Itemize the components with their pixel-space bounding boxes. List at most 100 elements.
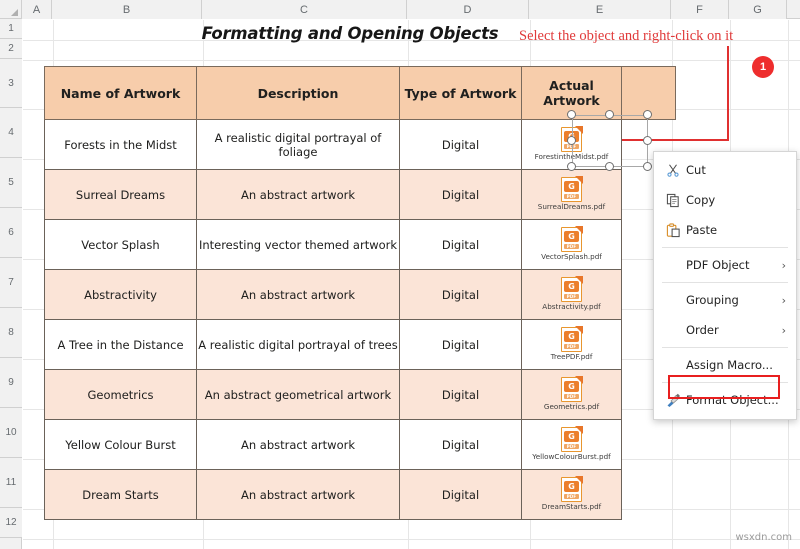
table-row: Abstractivity An abstract artwork Digital G… [44,269,676,320]
row-header-11[interactable]: 11 [0,458,22,508]
clipboard-icon [660,219,686,241]
artwork-object-cell[interactable]: G PDF SurrealDreams.pdf [521,169,622,220]
artwork-name: Surreal Dreams [44,169,197,220]
artwork-description: An abstract artwork [196,169,400,220]
resize-handle-sw[interactable] [567,162,576,171]
context-menu-item-label: Cut [686,163,706,177]
resize-handle-e[interactable] [643,136,652,145]
row-header-2[interactable]: 2 [0,39,22,59]
context-menu-separator [662,282,788,283]
row-header-10[interactable]: 10 [0,408,22,458]
context-menu-separator [662,247,788,248]
pdf-file-label: YellowColourBurst.pdf [532,453,611,462]
context-menu-item-copy[interactable]: Copy [654,185,796,215]
column-header-d[interactable]: D [407,0,529,19]
artwork-name: A Tree in the Distance [44,319,197,370]
pdf-object[interactable]: G PDF SurrealDreams.pdf [522,170,621,219]
resize-handle-n[interactable] [605,110,614,119]
artwork-object-cell[interactable]: G PDF Geometrics.pdf [521,369,622,420]
table-header-row: Name of Artwork Description Type of Artw… [44,66,676,120]
artwork-name: Dream Starts [44,469,197,520]
artwork-name: Forests in the Midst [44,119,197,170]
select-all-corner[interactable] [0,0,22,18]
table-row: Yellow Colour Burst An abstract artwork Di… [44,419,676,470]
column-header-b[interactable]: B [52,0,202,19]
row-header-12[interactable]: 12 [0,508,22,538]
column-header-band: A B C D E F G [0,0,800,19]
column-header-c[interactable]: C [202,0,407,19]
select-all-triangle-icon [11,9,18,16]
artwork-object-cell[interactable]: G PDF Abstractivity.pdf [521,269,622,320]
artwork-object-cell[interactable]: G PDF YellowColourBurst.pdf [521,419,622,470]
table-spacer-cell [622,420,676,470]
row-header-7[interactable]: 7 [0,258,22,308]
artwork-description: An abstract artwork [196,269,400,320]
row-header-1[interactable]: 1 [0,19,22,39]
pdf-object[interactable]: G PDF Abstractivity.pdf [522,270,621,319]
pdf-file-icon: GPDF [561,476,583,503]
menu-item-no-icon [660,254,686,276]
pdf-file-label: TreePDF.pdf [550,353,593,362]
artwork-object-cell[interactable]: G PDF TreePDF.pdf [521,319,622,370]
pdf-file-icon: GPDF [561,276,583,303]
row-header-6[interactable]: 6 [0,208,22,258]
page-title: Formatting and Opening Objects [201,24,499,43]
column-header-a[interactable]: A [22,0,52,19]
pdf-object[interactable]: G PDF TreePDF.pdf [522,320,621,369]
context-menu-item-cut[interactable]: Cut [654,155,796,185]
row-header-3[interactable]: 3 [0,59,22,108]
annotation-step1-text: Select the object and right-click on it [519,28,734,44]
column-header-g[interactable]: G [729,0,787,19]
copy-icon [660,189,686,211]
pdf-file-label: Geometrics.pdf [543,403,600,412]
resize-handle-w[interactable] [567,136,576,145]
artwork-type: Digital [399,319,522,370]
table-row: Surreal Dreams An abstract artwork Digital… [44,169,676,220]
context-menu-item-order[interactable]: Order › [654,315,796,345]
context-menu-item-pdf-object[interactable]: PDF Object › [654,250,796,280]
table-row: A Tree in the Distance A realistic digita… [44,319,676,370]
resize-handle-se[interactable] [643,162,652,171]
row-header-9[interactable]: 9 [0,358,22,408]
artwork-description: An abstract geometrical artwork [196,369,400,420]
artwork-object-cell[interactable]: G PDF VectorSplash.pdf [521,219,622,270]
col-header-type: Type of Artwork [399,66,522,120]
pdf-object[interactable]: G PDF VectorSplash.pdf [522,220,621,269]
pdf-file-icon: GPDF [561,376,583,403]
artwork-type: Digital [399,269,522,320]
context-menu-item-grouping[interactable]: Grouping › [654,285,796,315]
table-row: Dream Starts An abstract artwork Digital G P… [44,469,676,520]
column-header-f[interactable]: F [671,0,729,19]
row-header-8[interactable]: 8 [0,308,22,358]
context-menu-item-label: Assign Macro... [686,358,773,372]
pdf-object[interactable]: G PDF Geometrics.pdf [522,370,621,419]
artwork-type: Digital [399,469,522,520]
artwork-name: Vector Splash [44,219,197,270]
pdf-file-icon: GPDF [561,426,583,453]
annotation-arrow-vertical [727,46,729,141]
col-header-description: Description [196,66,400,120]
context-menu-item-paste[interactable]: Paste [654,215,796,245]
column-header-e[interactable]: E [529,0,671,19]
scissors-icon [660,159,686,181]
resize-handle-nw[interactable] [567,110,576,119]
context-menu-item-label: Paste [686,223,718,237]
context-menu-separator [662,347,788,348]
resize-handle-s[interactable] [605,162,614,171]
annotation-badge-1: 1 [752,56,774,78]
artwork-description: An abstract artwork [196,469,400,520]
artwork-description: An abstract artwork [196,419,400,470]
artwork-description: A realistic digital portrayal of trees [196,319,400,370]
row-header-5[interactable]: 5 [0,158,22,208]
artwork-object-cell[interactable]: G PDF DreamStarts.pdf [521,469,622,520]
artwork-name: Yellow Colour Burst [44,419,197,470]
row-header-4[interactable]: 4 [0,108,22,158]
table-row: Geometrics An abstract geometrical artwor… [44,369,676,420]
artwork-type: Digital [399,369,522,420]
table-spacer-cell [622,470,676,520]
pdf-object[interactable]: G PDF DreamStarts.pdf [522,470,621,519]
resize-handle-ne[interactable] [643,110,652,119]
artwork-description: Interesting vector themed artwork [196,219,400,270]
pdf-object[interactable]: G PDF YellowColourBurst.pdf [522,420,621,469]
col-header-name: Name of Artwork [44,66,197,120]
